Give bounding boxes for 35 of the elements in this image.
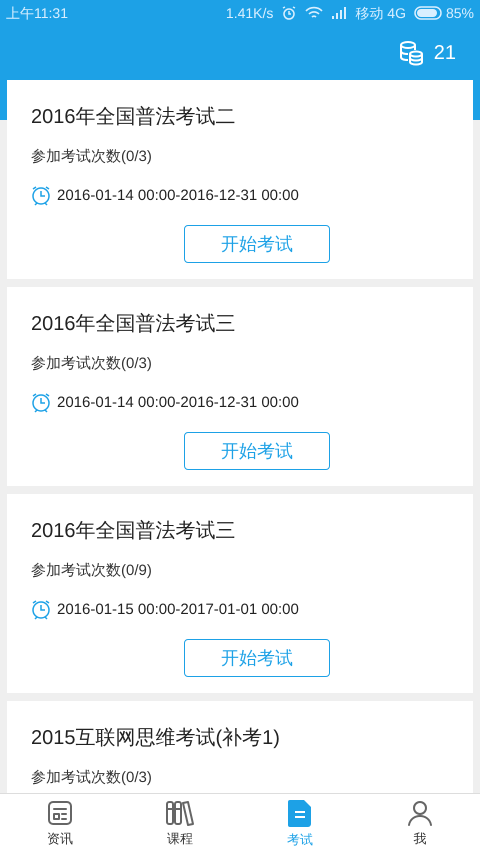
- tab[interactable]: 资讯: [0, 798, 120, 848]
- person-icon: [407, 798, 433, 827]
- attempt-count: 参加考试次数(0/3): [31, 147, 153, 167]
- network-speed: 1.41K/s: [226, 4, 274, 22]
- document-icon: [287, 798, 313, 828]
- start-exam-button[interactable]: 开始考试: [184, 225, 330, 263]
- alarm-clock-icon: [31, 598, 51, 621]
- coins-icon: [398, 40, 424, 66]
- status-time: 上午11:31: [6, 4, 68, 22]
- alarm-clock-icon: [31, 392, 51, 414]
- exam-title: 2016年全国普法考试二: [31, 105, 236, 130]
- battery-percent: 85%: [446, 4, 474, 22]
- alarm-icon: [281, 5, 298, 21]
- carrier-label: 移动 4G: [355, 4, 406, 22]
- start-exam-button[interactable]: 开始考试: [184, 432, 330, 470]
- tab[interactable]: 考试: [240, 798, 360, 850]
- attempt-count: 参加考试次数(0/9): [31, 561, 153, 581]
- attempt-count: 参加考试次数(0/3): [31, 768, 153, 788]
- exam-title: 2016年全国普法考试三: [31, 312, 236, 337]
- tab[interactable]: 我: [360, 798, 480, 848]
- exam-period: 2016-01-14 00:00-2016-12-31 00:00: [57, 392, 299, 412]
- newspaper-icon: [46, 798, 74, 827]
- exam-period: 2016-01-14 00:00-2016-12-31 00:00: [57, 186, 299, 206]
- start-exam-button[interactable]: 开始考试: [184, 639, 330, 677]
- books-icon: [165, 798, 195, 827]
- coin-count: 21: [434, 41, 456, 66]
- alarm-clock-icon: [31, 184, 51, 207]
- signal-icon: [331, 7, 348, 19]
- exam-title: 2015互联网思维考试(补考1): [31, 726, 281, 751]
- attempt-count: 参加考试次数(0/3): [31, 354, 153, 374]
- tab[interactable]: 课程: [120, 798, 240, 848]
- exam-period: 2016-01-15 00:00-2017-01-01 00:00: [57, 600, 299, 620]
- battery-icon: [414, 6, 442, 20]
- exam-title: 2016年全国普法考试三: [31, 519, 236, 544]
- wifi-icon: [305, 6, 324, 20]
